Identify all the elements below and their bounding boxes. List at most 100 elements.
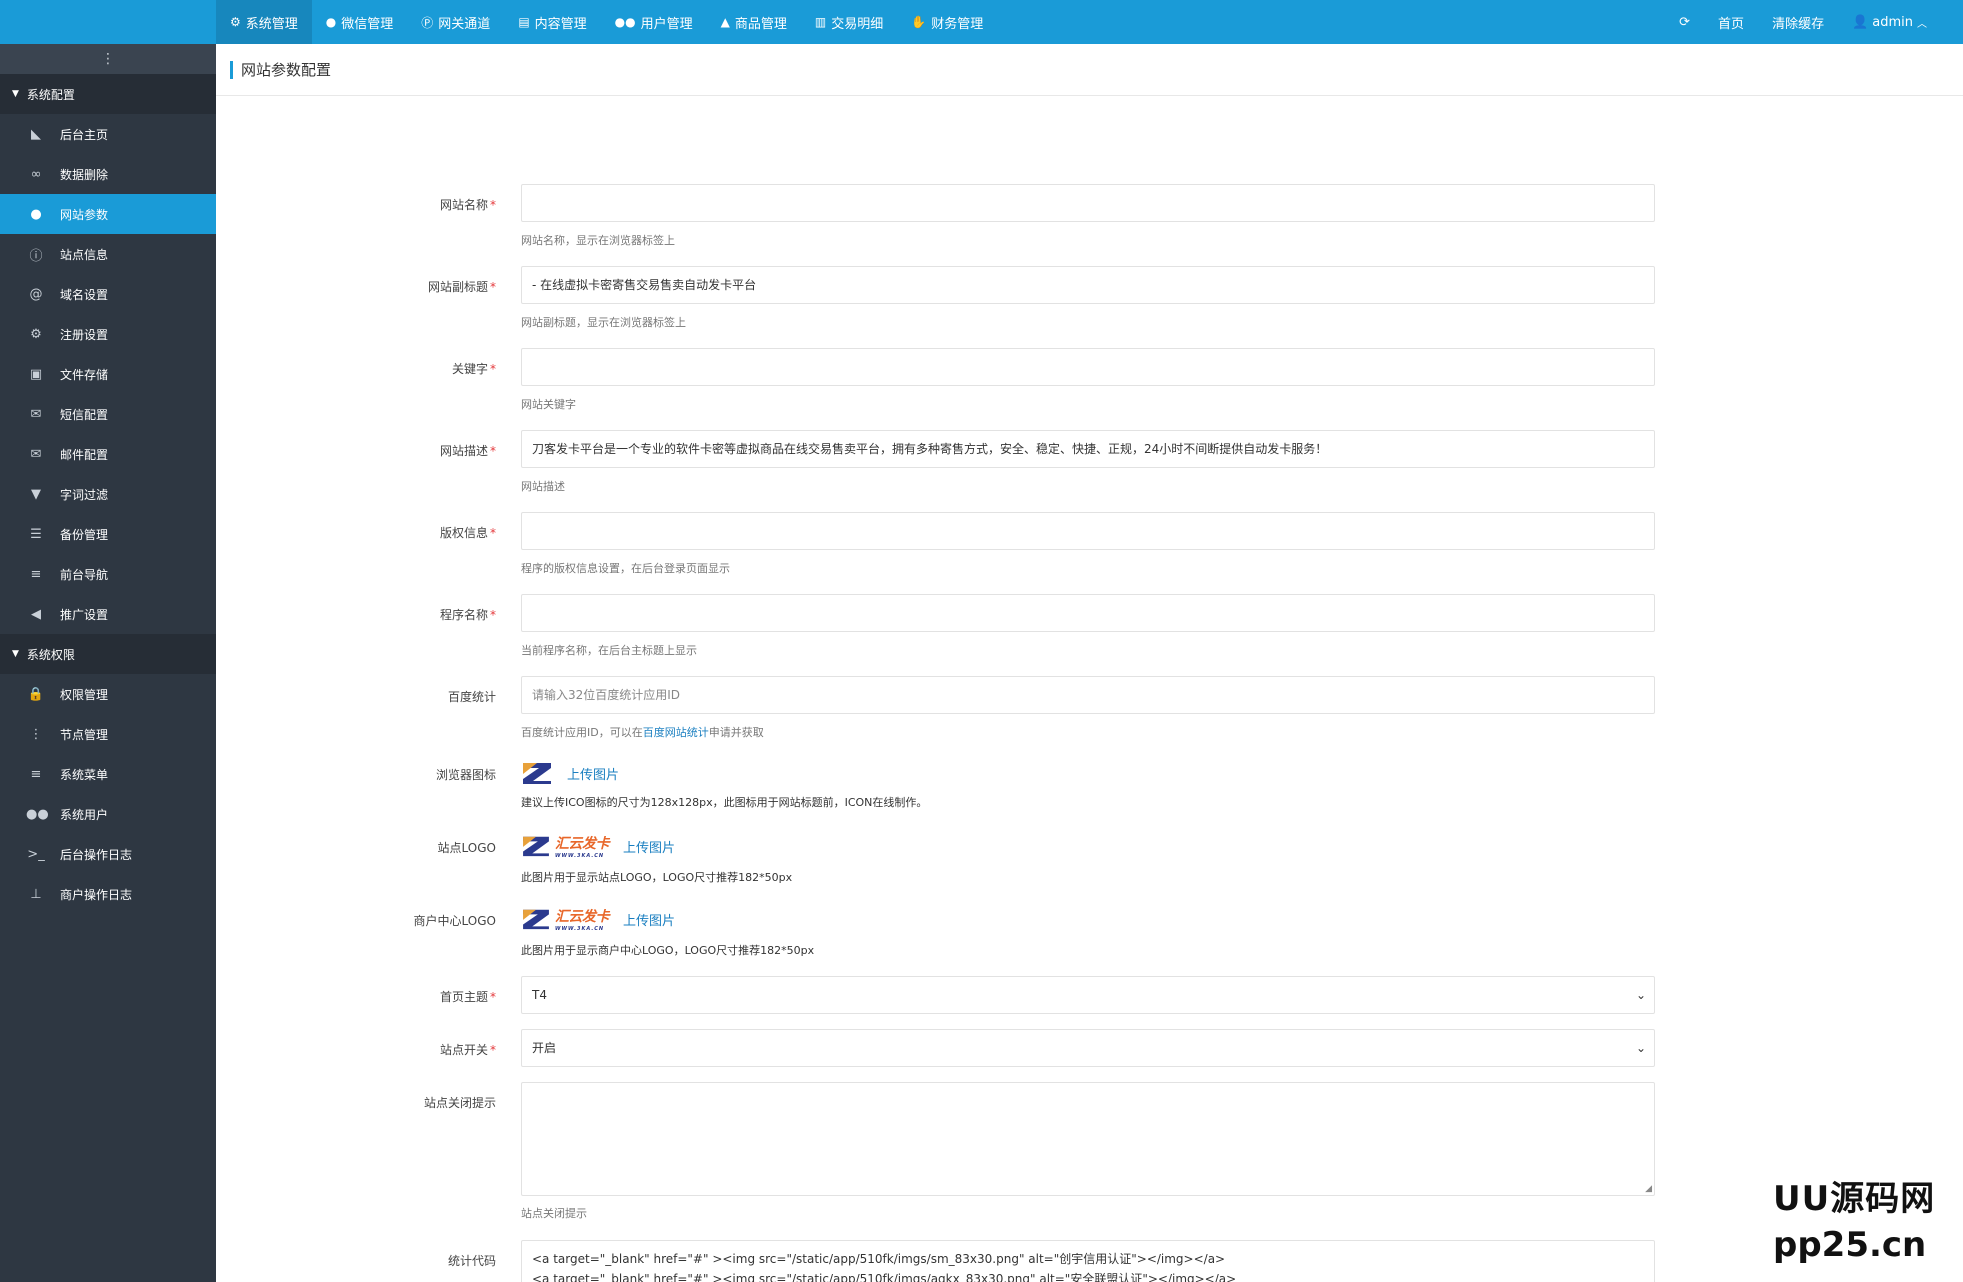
- site-name-help: 网站名称，显示在浏览器标签上: [521, 234, 675, 247]
- merchant-logo-upload: 汇云发卡 WWW.3KA.CN 上传图片: [521, 902, 675, 936]
- ellipsis-vertical-icon: ⋮: [101, 51, 115, 67]
- wechat-icon: ●: [325, 15, 337, 29]
- chevron-down-icon: ⌄: [1635, 1041, 1646, 1055]
- pin-icon: ⊥: [30, 886, 42, 902]
- sidebar-item-storage[interactable]: ▣ 文件存储: [0, 354, 216, 394]
- top-nav-goods[interactable]: ▲ 商品管理: [707, 0, 801, 44]
- user-icon: 👤: [1852, 14, 1869, 30]
- sidebar-item-front-nav[interactable]: ≡ 前台导航: [0, 554, 216, 594]
- copyright-input[interactable]: [521, 512, 1655, 550]
- favicon-upload-button[interactable]: 上传图片: [567, 764, 619, 783]
- merchant-logo-mark-icon: [523, 909, 549, 930]
- copyright-label: 版权信息 *: [439, 526, 496, 540]
- watermark: UU源码网 pp25.cn: [1773, 1179, 1936, 1265]
- top-nav-wechat[interactable]: ● 微信管理: [312, 0, 408, 44]
- site-logo-help: 此图片用于显示站点LOGO，LOGO尺寸推荐182*50px: [521, 871, 793, 884]
- floppy-icon: ▣: [29, 366, 43, 382]
- sidebar-item-data-delete[interactable]: ∞ 数据删除: [0, 154, 216, 194]
- sidebar-item-site-info[interactable]: ⓘ 站点信息: [0, 234, 216, 274]
- sidebar-item-promotion[interactable]: ◀ 推广设置: [0, 594, 216, 634]
- top-nav-gateway[interactable]: Ⓟ 网关通道: [407, 0, 504, 44]
- sidebar-item-admin-log[interactable]: >_ 后台操作日志: [0, 834, 216, 874]
- theme-select[interactable]: T4 ⌄: [521, 976, 1655, 1014]
- clear-cache-button[interactable]: 清除缓存: [1758, 0, 1838, 44]
- shopping-bag-icon: ▲: [720, 15, 730, 29]
- sidebar-item-nodes[interactable]: ⋮ 节点管理: [0, 714, 216, 754]
- document-icon: ▤: [518, 15, 530, 29]
- sidebar-item-email[interactable]: ✉ 邮件配置: [0, 434, 216, 474]
- site-name-input[interactable]: [521, 184, 1655, 222]
- page-header: 网站参数配置: [216, 44, 1963, 96]
- merchant-logo-label: 商户中心LOGO: [413, 914, 496, 928]
- home-link[interactable]: 首页: [1704, 0, 1758, 44]
- sidebar-item-backup[interactable]: ☰ 备份管理: [0, 514, 216, 554]
- bullhorn-icon: ◀: [31, 606, 41, 622]
- sidebar-item-system-users[interactable]: ●● 系统用户: [0, 794, 216, 834]
- close-tip-label: 站点关闭提示: [423, 1096, 496, 1110]
- top-nav-system[interactable]: ⚙ 系统管理: [216, 0, 312, 44]
- close-tip-help: 站点关闭提示: [521, 1207, 587, 1220]
- database-icon: ☰: [30, 526, 42, 542]
- sidebar-group-system-config[interactable]: ▼ 系统配置: [0, 74, 216, 114]
- sidebar-item-register[interactable]: ⚙ 注册设置: [0, 314, 216, 354]
- sidebar-item-merchant-log[interactable]: ⊥ 商户操作日志: [0, 874, 216, 914]
- baidu-help: 百度统计应用ID，可以在百度网站统计申请并获取: [521, 726, 764, 739]
- main-content: 网站参数配置 网站名称 * 网站名称，显示在浏览器标签上 网站副标题 * - 在线虚…: [216, 44, 1963, 1282]
- favicon-upload: 上传图片: [521, 756, 619, 790]
- site-logo-label: 站点LOGO: [437, 841, 496, 855]
- baidu-stats-link[interactable]: 百度网站统计: [643, 726, 709, 739]
- baidu-label: 百度统计: [447, 690, 496, 704]
- gear-icon: ⚙: [230, 15, 241, 29]
- top-nav-users[interactable]: ●● 用户管理: [601, 0, 707, 44]
- site-logo-mark-icon: [523, 836, 549, 857]
- ellipsis-icon: ⋮: [29, 726, 43, 742]
- copyright-help: 程序的版权信息设置，在后台登录页面显示: [521, 562, 730, 575]
- merchant-logo-upload-button[interactable]: 上传图片: [623, 910, 675, 929]
- terminal-icon: >_: [27, 846, 45, 862]
- baidu-input[interactable]: 请输入32位百度统计应用ID: [521, 676, 1655, 714]
- close-tip-textarea[interactable]: ◢: [521, 1082, 1655, 1196]
- sidebar-item-menus[interactable]: ≡ 系统菜单: [0, 754, 216, 794]
- link-icon: ∞: [30, 166, 42, 182]
- top-nav-trades[interactable]: ▥ 交易明细: [801, 0, 897, 44]
- site-logo-brand: 汇云发卡 WWW.3KA.CN: [555, 836, 610, 859]
- top-nav-finance[interactable]: ✋ 财务管理: [897, 0, 997, 44]
- program-name-label: 程序名称 *: [439, 608, 496, 622]
- site-switch-label: 站点开关 *: [439, 1043, 496, 1057]
- bar-chart-icon: ▥: [814, 15, 827, 29]
- sidebar-item-domain[interactable]: @ 域名设置: [0, 274, 216, 314]
- at-icon: @: [29, 286, 43, 302]
- stats-code-textarea[interactable]: <a target="_blank" href="#" ><img src="/…: [521, 1240, 1655, 1282]
- sidebar-item-sms[interactable]: ✉ 短信配置: [0, 394, 216, 434]
- user-menu[interactable]: 👤 admin ︿: [1838, 0, 1945, 44]
- lock-icon: 🔒: [27, 686, 45, 702]
- refresh-button[interactable]: ⟳: [1665, 0, 1704, 44]
- top-nav: ⚙ 系统管理 ● 微信管理 Ⓟ 网关通道 ▤ 内容管理 ●● 用户管理 ▲ 商品…: [216, 0, 997, 44]
- keywords-input[interactable]: [521, 348, 1655, 386]
- description-input[interactable]: 刀客发卡平台是一个专业的软件卡密等虚拟商品在线交易售卖平台，拥有多种寄售方式，安…: [521, 430, 1655, 468]
- site-logo-upload-button[interactable]: 上传图片: [623, 837, 675, 856]
- list-icon: ≡: [30, 566, 42, 582]
- resize-handle-icon[interactable]: ◢: [1645, 1185, 1652, 1194]
- sidebar-item-dashboard[interactable]: ◣ 后台主页: [0, 114, 216, 154]
- apple-icon: ●: [30, 206, 42, 222]
- users-icon: ●●: [614, 15, 636, 29]
- site-switch-select[interactable]: 开启 ⌄: [521, 1029, 1655, 1067]
- sidebar-item-permissions[interactable]: 🔒 权限管理: [0, 674, 216, 714]
- merchant-logo-help: 此图片用于显示商户中心LOGO，LOGO尺寸推荐182*50px: [521, 944, 815, 957]
- filter-icon: ▼: [31, 486, 41, 502]
- gear-icon: ⚙: [30, 326, 42, 342]
- sidebar-item-word-filter[interactable]: ▼ 字词过滤: [0, 474, 216, 514]
- logo-area: [0, 0, 216, 44]
- refresh-icon: ⟳: [1679, 14, 1691, 30]
- program-name-input[interactable]: [521, 594, 1655, 632]
- sidebar-group-system-permission[interactable]: ▼ 系统权限: [0, 634, 216, 674]
- sidebar-item-site-params[interactable]: ● 网站参数: [0, 194, 216, 234]
- page-title: 网站参数配置: [241, 61, 332, 79]
- site-subtitle-input[interactable]: - 在线虚拟卡密寄售交易售卖自动发卡平台: [521, 266, 1655, 304]
- top-nav-content[interactable]: ▤ 内容管理: [504, 0, 600, 44]
- sidebar-toggle[interactable]: ⋮: [0, 44, 216, 74]
- envelope-icon: ✉: [30, 406, 42, 422]
- favicon-label: 浏览器图标: [435, 768, 496, 782]
- stats-code-label: 统计代码: [447, 1254, 496, 1268]
